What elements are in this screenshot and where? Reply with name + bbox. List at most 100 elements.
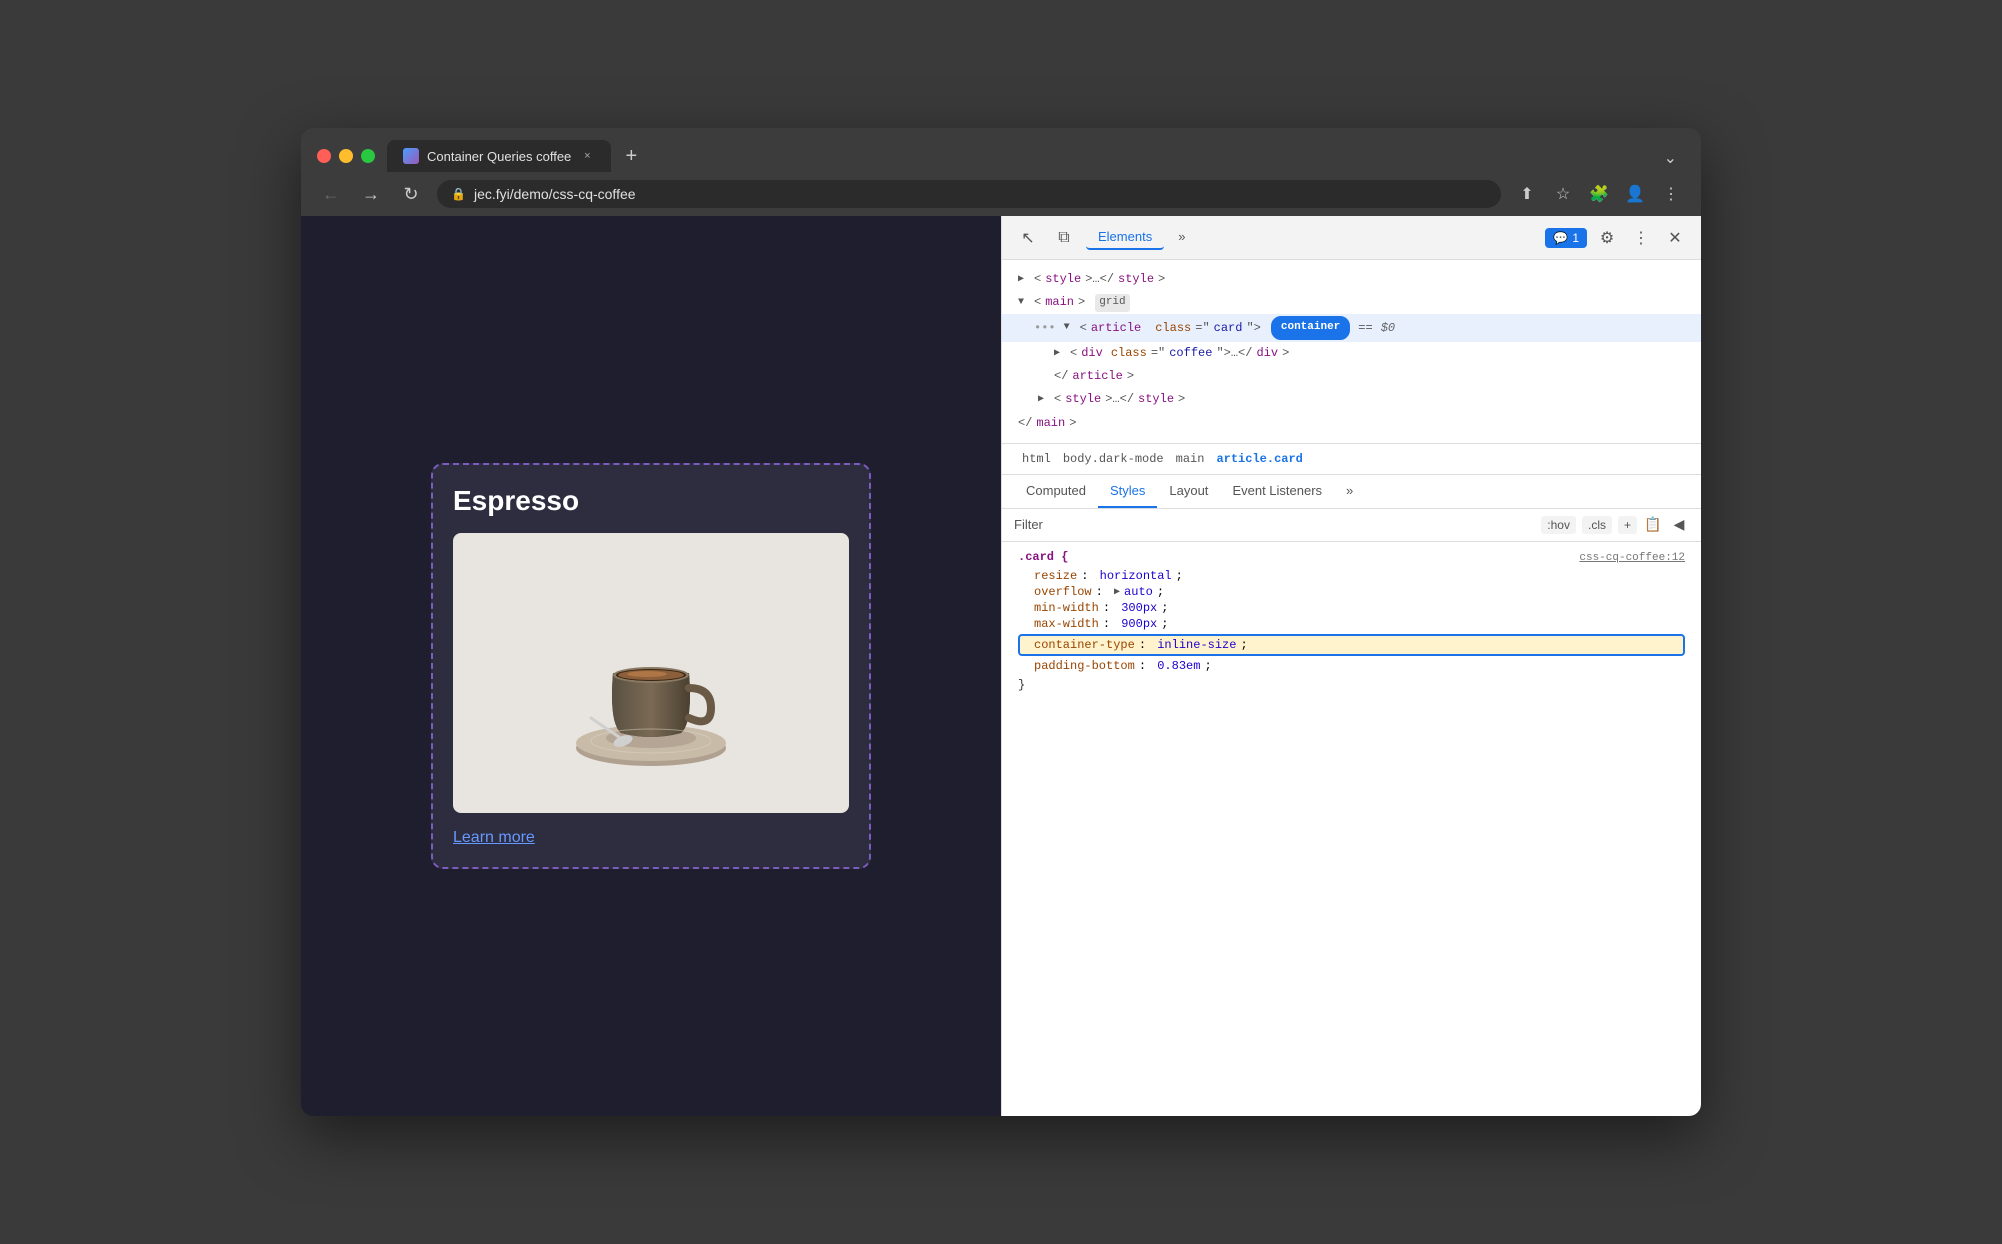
profile-icon[interactable]: 👤 [1621,180,1649,208]
forward-icon: → [362,184,380,205]
share-icon[interactable]: ⬆ [1513,180,1541,208]
minimize-traffic-light[interactable] [339,149,353,163]
elements-tree: ▶ <style>…</style> ▼ <main> grid ••• ▼ <… [1002,260,1701,444]
css-closing-brace: } [1018,678,1685,692]
tree-row-article[interactable]: ••• ▼ <article class="card"> container =… [1002,314,1701,342]
css-rules: .card { css-cq-coffee:12 resize : horizo… [1002,542,1701,1116]
container-badge: container [1271,316,1350,340]
traffic-lights [317,149,375,163]
tree-row-main-close[interactable]: </main> [1002,412,1701,435]
tab-title: Container Queries coffee [427,149,571,164]
breadcrumb-body[interactable]: body.dark-mode [1059,450,1168,468]
inspector-tool-button[interactable]: ↖ [1014,224,1042,252]
breadcrumb-html[interactable]: html [1018,450,1055,468]
tree-row-style[interactable]: ▶ <style>…</style> [1002,268,1701,291]
cls-button[interactable]: .cls [1582,516,1612,534]
forward-button[interactable]: → [357,180,385,208]
new-tab-button[interactable]: + [615,140,647,172]
browser-window: Container Queries coffee × + ⌄ ← → ↻ 🔒 j… [301,128,1701,1116]
webpage-preview: Espresso [301,216,1001,1116]
back-icon: ← [322,184,340,205]
espresso-illustration [551,563,751,783]
close-icon: ✕ [1668,228,1681,248]
expand-icon: ▶ [1054,346,1066,362]
grid-badge: grid [1095,294,1129,312]
device-toolbar-button[interactable]: ⧉ [1050,224,1078,252]
expand-icon: ▶ [1038,392,1050,408]
tree-row-div[interactable]: ▶ <div class="coffee">…</div> [1002,342,1701,365]
maximize-traffic-light[interactable] [361,149,375,163]
chat-button[interactable]: 💬 1 [1545,228,1587,248]
tree-row-article-close[interactable]: </article> [1002,365,1701,388]
title-bar: Container Queries coffee × + ⌄ [301,128,1701,172]
devtools-panel-tabs: Elements » [1086,225,1537,250]
address-bar: ← → ↻ 🔒 jec.fyi/demo/css-cq-coffee ⬆ ☆ 🧩… [301,172,1701,216]
prop-resize: resize : horizontal ; [1018,568,1685,584]
content-area: Espresso [301,216,1701,1116]
chat-icon: 💬 [1553,231,1568,245]
learn-more-link[interactable]: Learn more [453,829,535,846]
back-button[interactable]: ← [317,180,345,208]
breadcrumb-main[interactable]: main [1172,450,1209,468]
extension-icon[interactable]: 🧩 [1585,180,1613,208]
tab-close-button[interactable]: × [579,148,595,164]
url-text: jec.fyi/demo/css-cq-coffee [474,186,636,202]
breadcrumb-bar: html body.dark-mode main article.card [1002,444,1701,475]
screenshot-icon[interactable]: 📋 [1643,515,1663,535]
lock-icon: 🔒 [451,187,466,201]
reload-button[interactable]: ↻ [397,180,425,208]
collapse-icon[interactable]: ◀ [1669,515,1689,535]
more-icon: ⋮ [1633,228,1649,248]
tab-favicon [403,148,419,164]
tab-menu-button[interactable]: ⌄ [1656,144,1685,172]
rule-source[interactable]: css-cq-coffee:12 [1579,552,1685,564]
url-bar[interactable]: 🔒 jec.fyi/demo/css-cq-coffee [437,180,1501,208]
tab-more-styles[interactable]: » [1334,475,1365,508]
expand-icon: ▶ [1018,272,1030,288]
prop-max-width: max-width : 900px ; [1018,616,1685,632]
devtools-panel: ↖ ⧉ Elements » 💬 1 ⚙ [1001,216,1701,1116]
expand-icon: ▼ [1064,320,1076,336]
devtools-toolbar-right: 💬 1 ⚙ ⋮ ✕ [1545,224,1689,252]
filter-bar: Filter :hov .cls + 📋 ◀ [1002,509,1701,542]
inspector-icon: ↖ [1021,228,1034,248]
settings-button[interactable]: ⚙ [1593,224,1621,252]
card-title: Espresso [453,485,849,517]
prop-padding-bottom: padding-bottom : 0.83em ; [1018,658,1685,674]
menu-icon[interactable]: ⋮ [1657,180,1685,208]
expand-icon: ▼ [1018,295,1030,311]
toolbar-icons: ⬆ ☆ 🧩 👤 ⋮ [1513,180,1685,208]
tab-layout[interactable]: Layout [1157,475,1220,508]
reload-icon: ↻ [403,184,418,205]
more-options-button[interactable]: ⋮ [1627,224,1655,252]
breadcrumb-article[interactable]: article.card [1212,450,1306,468]
settings-icon: ⚙ [1600,228,1614,248]
espresso-card: Espresso [431,463,871,869]
tab-computed[interactable]: Computed [1014,475,1098,508]
chat-count: 1 [1572,231,1579,245]
tabs-bar: Container Queries coffee × + ⌄ [387,140,1685,172]
tab-event-listeners[interactable]: Event Listeners [1220,475,1334,508]
css-selector: .card { [1018,550,1068,564]
prop-container-type: container-type : inline-size ; [1018,634,1685,656]
card-image [453,533,849,813]
filter-actions: :hov .cls + 📋 ◀ [1541,515,1689,535]
tree-row-style2[interactable]: ▶ <style>…</style> [1002,388,1701,411]
tab-elements[interactable]: Elements [1086,225,1164,250]
active-tab[interactable]: Container Queries coffee × [387,140,611,172]
overflow-triangle[interactable]: ▶ [1114,586,1120,598]
tree-row-main[interactable]: ▼ <main> grid [1002,291,1701,314]
styles-tabs: Computed Styles Layout Event Listeners » [1002,475,1701,509]
rule-header: .card { css-cq-coffee:12 [1018,550,1685,564]
filter-input[interactable]: Filter [1014,517,1533,532]
close-traffic-light[interactable] [317,149,331,163]
star-icon[interactable]: ☆ [1549,180,1577,208]
prop-min-width: min-width : 300px ; [1018,600,1685,616]
tab-styles[interactable]: Styles [1098,475,1157,508]
close-devtools-button[interactable]: ✕ [1661,224,1689,252]
devtools-toolbar: ↖ ⧉ Elements » 💬 1 ⚙ [1002,216,1701,260]
hov-button[interactable]: :hov [1541,516,1576,534]
add-style-button[interactable]: + [1618,516,1637,534]
tab-more[interactable]: » [1166,225,1197,250]
prop-overflow: overflow : ▶ auto ; [1018,584,1685,600]
